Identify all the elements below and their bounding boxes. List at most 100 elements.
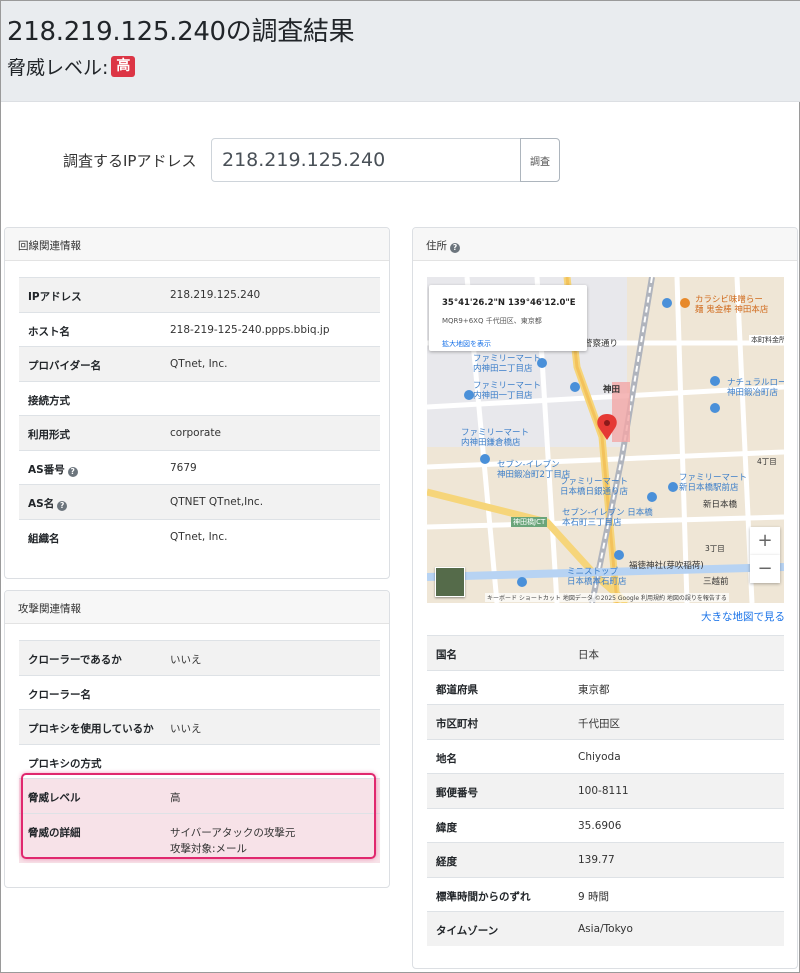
map-poi-text: カラシビ味噌らー [695,295,763,305]
map-poi-label: ナチュラルローソン神田鍛冶町店 [727,378,784,398]
table-row: 接続方式 [19,380,380,416]
map-poi-text: 内神田鎌倉橋店 [461,438,521,448]
row-value: 218.219.125.240 [170,289,261,301]
map-poi-text: セブン-イレブン 日本橋 [562,508,653,518]
map-poi-text: 新日本橋駅前店 [679,483,739,493]
table-row: 地名 Chiyoda [427,738,784,774]
table-row: 標準時間からのずれ 9 時間 [427,876,784,912]
threat-level-label: 脅威レベル: [7,57,109,79]
row-key: タイムゾーン [436,925,499,937]
map-plus-code: MQR9+6XQ 千代田区、東京都 [442,317,542,325]
map-district-label: 3丁目 [705,544,725,553]
row-key: 郵便番号 [436,787,478,799]
row-key: 脅威レベル [28,792,81,804]
row-value: 千代田区 [578,718,620,730]
help-icon[interactable]: ? [57,501,68,511]
row-value: 高 [170,792,181,804]
row-key: AS番号? [28,462,78,477]
row-key: プロキシを使用しているか [28,723,154,735]
row-key: IPアドレス [28,291,82,303]
map-poi-label: 福徳神社(芽吹稲荷) [629,561,704,571]
table-row: クローラーであるか いいえ [19,640,380,675]
row-key: ホスト名 [28,325,70,338]
table-row: プロキシの方式 [19,743,380,779]
row-key: クローラー名 [28,688,91,701]
row-value: QTnet, Inc. [170,358,228,370]
row-value: サイバーアタックの攻撃元 [170,826,296,839]
table-row: 組織名 QTnet, Inc. [19,518,380,554]
map-poi-text: ファミリーマート [679,473,748,483]
row-value: corporate [170,427,221,439]
map-poi-label: ファミリーマート 内神田鎌倉橋店 [461,428,529,448]
row-value: QTNET QTnet,Inc. [170,496,264,508]
table-row: 利用形式 corporate [19,415,380,450]
larger-map-link[interactable]: 大きな地図で見る [701,609,785,624]
map-poi-text: ミニストップ [567,567,619,577]
map-poi-text: ファミリーマート [473,354,542,364]
zoom-in-button[interactable]: + [750,527,780,555]
row-value: いいえ [170,654,202,666]
row-key-text: AS番号 [28,463,65,476]
help-icon[interactable]: ? [67,466,78,477]
row-key: 接続方式 [28,394,70,407]
investigate-button[interactable]: 調査 [520,138,560,182]
map-poi-text: ファミリーマート [560,477,629,487]
threat-level-badge: 高 [111,56,136,77]
table-row: IPアドレス 218.219.125.240 [19,277,380,312]
row-value: 218-219-125-240.ppps.bbiq.jp [170,323,330,336]
row-value: 139.77 [578,854,615,866]
card-header-text: 住所 [426,240,447,252]
map-poi-text: 本石町三丁目店 [562,518,622,528]
row-key: プロバイダー名 [28,360,102,372]
row-key: 国名 [436,649,457,661]
search-label: 調査するIPアドレス [63,152,197,170]
table-row: 国名 日本 [427,635,784,670]
map-poi-label: ファミリーマート 内神田一丁目店 [473,381,541,401]
ip-search-input[interactable] [211,138,521,182]
map-tollgate-label: 本町料金所 [749,335,784,345]
map-attribution: キーボード ショートカット 地図データ ©2025 Google 利用規約 地図… [485,593,729,602]
view-larger-map-link[interactable]: 拡大地図を表示 [442,339,491,349]
address-table: 国名 日本 都道府県 東京都 市区町村 千代田区 地名 Chiyoda 郵便番号 100-… [427,635,784,946]
row-key: 経度 [436,856,457,868]
table-row: 経度 139.77 [427,842,784,877]
card-header: 回線関連情報 [5,228,389,261]
row-key: 地名 [436,752,457,765]
table-row: タイムゾーン Asia/Tokyo [427,911,784,946]
page-title: 218.219.125.240の調査結果 [7,17,355,47]
row-key: プロキシの方式 [28,757,102,770]
map-poi-label: ファミリーマート 日本橋日銀通り店 [560,477,628,497]
satellite-toggle[interactable] [435,567,465,597]
map-poi-text: 日本橋本石町店 [567,577,627,587]
zoom-out-button[interactable]: − [750,555,780,583]
help-icon[interactable]: ? [450,243,460,253]
row-key: 組織名 [28,532,60,545]
table-row: 脅威の詳細 サイバーアタックの攻撃元 攻撃対象:メール [19,812,380,863]
row-key: 利用形式 [28,429,70,441]
card-header: 住所? [413,228,797,261]
row-key: 脅威の詳細 [28,826,81,839]
map-poi-label: セブン-イレブン 日本橋 本石町三丁目店 [562,508,653,528]
row-value: 東京都 [578,683,610,696]
map-poi-text: 内神田一丁目店 [473,391,533,401]
row-value: Chiyoda [578,750,621,763]
map-poi-label: ファミリーマート 内神田二丁目店 [473,354,541,374]
table-row: 緯度 35.6906 [427,807,784,843]
table-row: AS名? QTNET QTnet,Inc. [19,484,380,519]
row-key: 標準時間からのずれ [436,890,531,903]
map-poi-text: ナチュラルローソン [727,378,784,388]
map-station-label: 三越前 [703,577,729,587]
google-map[interactable]: ファミリーマート 内神田二丁目店 ファミリーマート 内神田一丁目店 ファミリーマート… [427,277,784,603]
map-poi-text: 神田鍛冶町店 [727,388,779,398]
table-row: プロキシを使用しているか いいえ [19,709,380,744]
table-row: 脅威レベル 高 [19,778,380,813]
map-district-label: 4丁目 [757,457,777,466]
threat-level-heading: 脅威レベル: 高 [7,53,136,80]
map-poi-label: カラシビ味噌らー麺 鬼金棒 神田本店 [695,295,768,315]
row-key: AS名? [28,496,68,511]
row-value: 9 時間 [578,890,610,903]
row-value: Asia/Tokyo [578,923,633,935]
map-junction-label: 神田橋JCT [511,517,548,527]
row-key: 市区町村 [436,718,478,730]
row-key: 都道府県 [436,683,478,696]
